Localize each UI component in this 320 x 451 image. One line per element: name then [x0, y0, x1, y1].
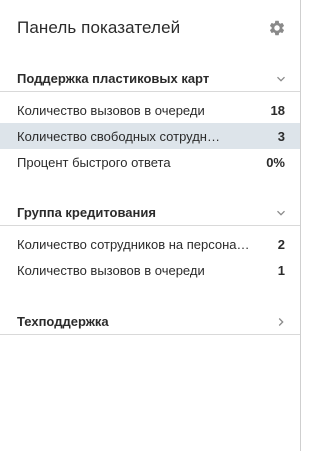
metric-row-selected[interactable]: Количество свободных сотрудн… 3	[0, 123, 300, 149]
chevron-right-icon[interactable]	[276, 317, 286, 327]
section-title: Поддержка пластиковых карт	[17, 71, 210, 86]
metric-row[interactable]: Процент быстрого ответа 0%	[0, 149, 300, 175]
metric-label: Процент быстрого ответа	[17, 154, 171, 170]
chevron-down-icon[interactable]	[276, 74, 286, 84]
section-tech-support: Техподдержка	[0, 309, 300, 335]
metric-label: Количество сотрудников на персона…	[17, 236, 250, 252]
panel-header: Панель показателей	[17, 13, 286, 43]
section-header[interactable]: Техподдержка	[0, 309, 300, 335]
metric-value: 2	[277, 236, 285, 252]
metric-row[interactable]: Количество сотрудников на персона… 2	[0, 231, 300, 257]
metric-value: 3	[277, 128, 285, 144]
metric-row[interactable]: Количество вызовов в очереди 1	[0, 257, 300, 283]
metric-value: 1	[277, 262, 285, 278]
section-header[interactable]: Группа кредитования	[0, 200, 300, 226]
metric-row[interactable]: Количество вызовов в очереди 18	[0, 97, 300, 123]
section-title: Техподдержка	[17, 314, 109, 329]
metric-list: Количество вызовов в очереди 18 Количест…	[0, 92, 300, 175]
section-lending-group: Группа кредитования Количество сотрудник…	[0, 200, 300, 283]
section-plastic-card-support: Поддержка пластиковых карт Количество вы…	[0, 66, 300, 175]
metric-value: 0%	[266, 154, 285, 170]
metric-value: 18	[270, 102, 285, 118]
metric-list: Количество сотрудников на персона… 2 Кол…	[0, 226, 300, 283]
panel-title: Панель показателей	[17, 18, 181, 37]
section-header[interactable]: Поддержка пластиковых карт	[0, 66, 300, 92]
metric-label: Количество свободных сотрудн…	[17, 128, 220, 144]
metrics-panel: Панель показателей Поддержка пластиковых…	[0, 0, 301, 451]
metric-label: Количество вызовов в очереди	[17, 262, 205, 278]
metric-label: Количество вызовов в очереди	[17, 102, 205, 118]
gear-icon[interactable]	[268, 19, 286, 37]
section-title: Группа кредитования	[17, 205, 156, 220]
chevron-down-icon[interactable]	[276, 208, 286, 218]
